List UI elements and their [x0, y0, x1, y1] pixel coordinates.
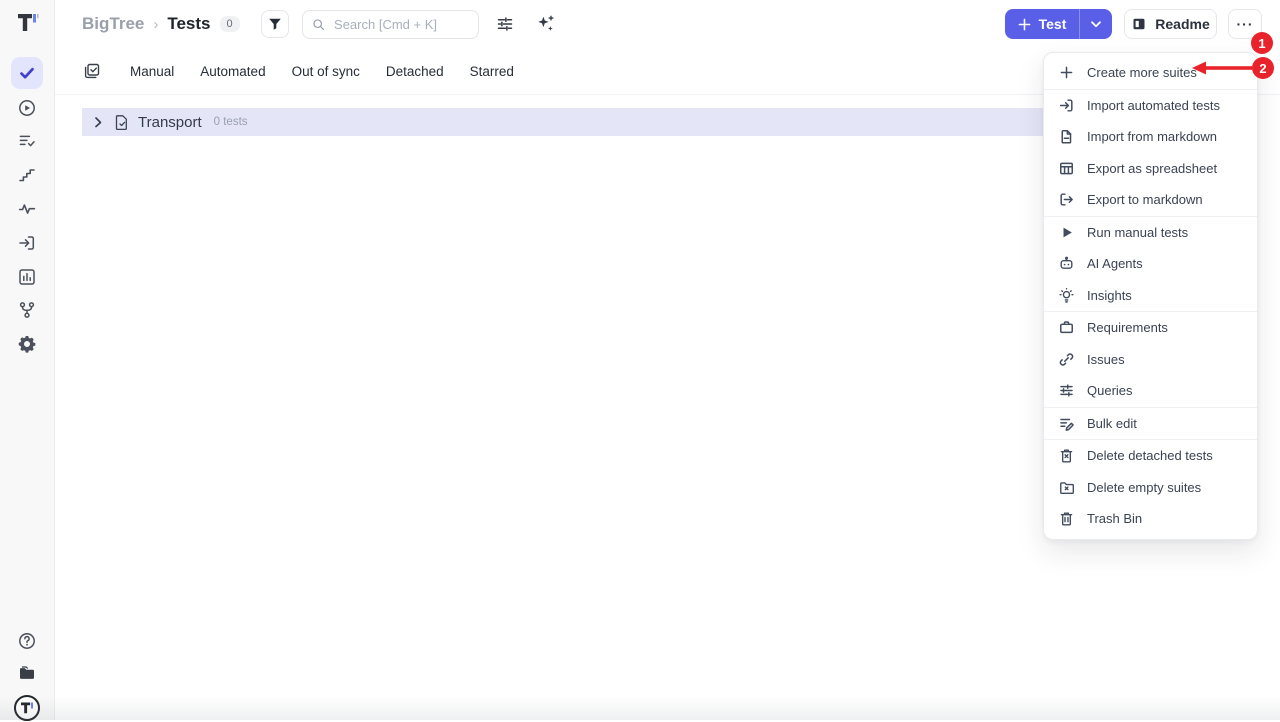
sidebar-item-pulse[interactable] [17, 199, 37, 219]
search-box[interactable] [302, 10, 479, 39]
menu-item-requirements[interactable]: Requirements [1044, 312, 1257, 344]
ellipsis-icon: ··· [1237, 16, 1254, 32]
tab-detached[interactable]: Detached [386, 64, 444, 79]
more-options-menu: Create more suites Import automated test… [1043, 52, 1258, 540]
sidebar-item-runs[interactable] [17, 98, 37, 118]
branch-icon [17, 300, 37, 320]
menu-item-delete-empty-suites[interactable]: Delete empty suites [1044, 472, 1257, 504]
import-box-icon [1058, 97, 1075, 114]
menu-item-delete-detached-tests[interactable]: Delete detached tests [1044, 440, 1257, 472]
folder-x-icon [1058, 479, 1075, 496]
trash-x-icon [1058, 447, 1075, 464]
suite-name[interactable]: Transport [138, 114, 202, 131]
bar-chart-box-icon [17, 267, 37, 287]
menu-item-issues[interactable]: Issues [1044, 344, 1257, 376]
document-icon [1058, 128, 1075, 145]
trash-icon [1058, 510, 1075, 527]
sidebar-item-help[interactable] [17, 631, 37, 651]
pulse-icon [17, 199, 37, 219]
list-check-icon [17, 131, 37, 151]
sidebar-item-milestones[interactable] [17, 165, 37, 185]
gear-icon [17, 334, 37, 354]
sidebar [0, 0, 55, 720]
profile-logo-icon [13, 694, 41, 722]
tune-button[interactable] [496, 15, 514, 33]
tune-icon [496, 15, 514, 33]
link-icon [1058, 351, 1075, 368]
select-check-icon [83, 62, 101, 80]
help-circle-icon [17, 631, 37, 651]
breadcrumb-separator: › [153, 16, 158, 33]
bulk-edit-icon [1058, 415, 1075, 432]
annotation-step-1-badge: 1 [1251, 32, 1273, 54]
briefcase-icon [1058, 319, 1075, 336]
menu-item-export-as-spreadsheet[interactable]: Export as spreadsheet [1044, 153, 1257, 185]
search-icon [312, 17, 325, 32]
readme-button[interactable]: Readme [1124, 9, 1217, 39]
chevron-down-icon [1091, 21, 1101, 28]
play-circle-icon [17, 98, 37, 118]
plus-icon [1058, 64, 1075, 81]
create-test-button[interactable]: Test [1005, 9, 1079, 39]
app-logo-icon[interactable] [13, 9, 40, 36]
lightbulb-icon [1058, 287, 1075, 304]
chevron-right-icon [91, 115, 105, 129]
funnel-icon [267, 16, 283, 32]
breadcrumb-project[interactable]: BigTree [82, 14, 144, 34]
annotation-step-2-number: 2 [1259, 61, 1266, 76]
tab-manual[interactable]: Manual [130, 64, 174, 79]
import-box-icon [17, 233, 37, 253]
tab-out-of-sync[interactable]: Out of sync [292, 64, 360, 79]
check-icon [17, 63, 37, 83]
menu-item-bulk-edit[interactable]: Bulk edit [1044, 408, 1257, 440]
menu-item-trash-bin[interactable]: Trash Bin [1044, 503, 1257, 535]
sidebar-item-reports[interactable] [17, 267, 37, 287]
create-test-split-button[interactable]: Test [1005, 9, 1112, 39]
menu-item-queries[interactable]: Queries [1044, 375, 1257, 407]
sliders-icon [1058, 382, 1075, 399]
menu-item-run-manual-tests[interactable]: Run manual tests [1044, 217, 1257, 249]
book-icon [1131, 16, 1147, 32]
menu-item-import-automated-tests[interactable]: Import automated tests [1044, 90, 1257, 122]
sidebar-item-tests[interactable] [11, 57, 43, 89]
bottom-fade [0, 696, 1280, 720]
tests-count-badge: 0 [220, 16, 240, 32]
annotation-step-2-badge: 2 [1252, 57, 1274, 79]
menu-item-import-from-markdown[interactable]: Import from markdown [1044, 121, 1257, 153]
sidebar-item-docs[interactable] [17, 664, 37, 684]
sidebar-item-plans[interactable] [17, 131, 37, 151]
menu-item-export-to-markdown[interactable]: Export to markdown [1044, 184, 1257, 216]
sidebar-item-profile[interactable] [13, 694, 33, 714]
steps-icon [17, 165, 37, 185]
menu-item-ai-agents[interactable]: AI Agents [1044, 248, 1257, 280]
tab-automated[interactable]: Automated [200, 64, 265, 79]
tab-starred[interactable]: Starred [470, 64, 514, 79]
menu-item-insights[interactable]: Insights [1044, 280, 1257, 312]
play-icon [1058, 224, 1075, 241]
sidebar-item-branches[interactable] [17, 300, 37, 320]
filter-button[interactable] [261, 10, 289, 38]
sparkles-icon [536, 14, 555, 33]
table-icon [1058, 160, 1075, 177]
breadcrumb: BigTree › Tests 0 [82, 0, 240, 48]
annotation-step-1-number: 1 [1258, 36, 1265, 51]
sidebar-item-settings[interactable] [17, 334, 37, 354]
suite-test-count: 0 tests [214, 116, 248, 128]
folder-icon [17, 664, 37, 684]
readme-label: Readme [1155, 16, 1209, 32]
plus-icon [1018, 18, 1031, 31]
search-input[interactable] [332, 16, 469, 33]
export-box-icon [1058, 191, 1075, 208]
ai-sparkles-button[interactable] [536, 14, 555, 33]
robot-icon [1058, 255, 1075, 272]
annotation-arrow-icon [1192, 60, 1252, 76]
sidebar-item-imports[interactable] [17, 233, 37, 253]
suite-document-icon [113, 114, 130, 131]
tab-list: Manual Automated Out of sync Detached St… [130, 48, 514, 94]
header: BigTree › Tests 0 Test Readme ··· [55, 0, 1280, 48]
create-test-dropdown-button[interactable] [1079, 9, 1112, 39]
page-title: Tests [167, 14, 210, 34]
select-all-button[interactable] [83, 62, 101, 80]
create-test-label: Test [1039, 16, 1067, 32]
